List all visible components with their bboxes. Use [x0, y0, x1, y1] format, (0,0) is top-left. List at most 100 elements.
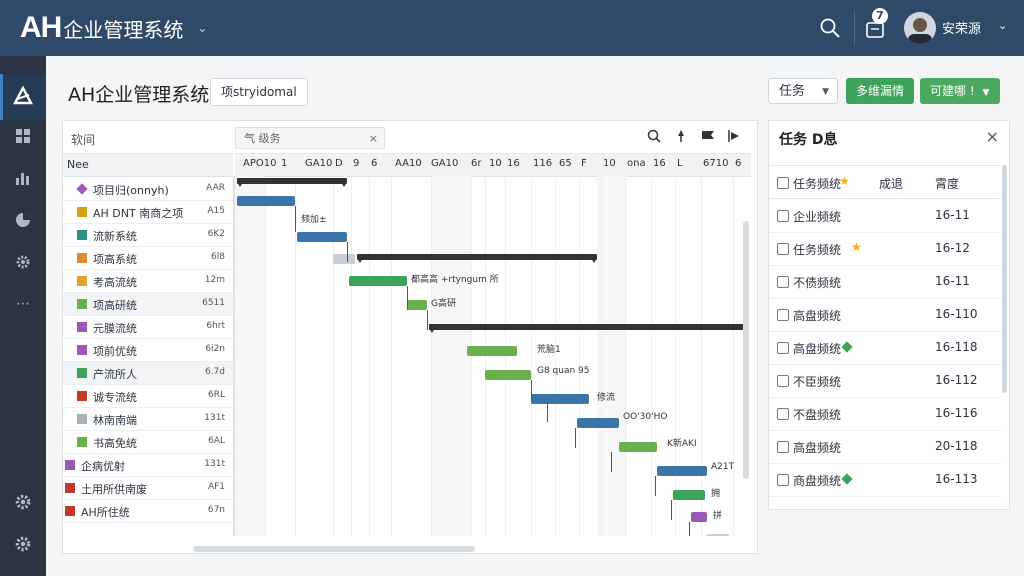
diamond-icon	[841, 473, 853, 485]
gear-icon[interactable]	[11, 250, 35, 274]
task-bar[interactable]	[531, 394, 589, 404]
task-bar[interactable]	[237, 196, 295, 206]
gantt-search-input[interactable]: 气 级务 ×	[235, 127, 385, 149]
task-row[interactable]: 项高研统 6511	[63, 293, 233, 316]
detail-value: 16-11	[935, 274, 970, 288]
task-row[interactable]: 元膜流统 6hrt	[63, 316, 233, 339]
task-bar[interactable]	[691, 512, 707, 522]
more-icon[interactable]: ⋯	[11, 292, 35, 316]
summary-bar[interactable]	[357, 254, 597, 263]
timeline-column-label: AA10	[395, 158, 422, 169]
detail-title: 任务 D息	[779, 132, 838, 148]
avatar[interactable]	[904, 12, 936, 44]
detail-row[interactable]: 商盘频统 16-113	[769, 463, 1001, 497]
flag-icon[interactable]	[701, 129, 715, 143]
brand[interactable]: AH 企业管理系统 ⌄	[20, 10, 207, 46]
timeline-column-label: 6710	[703, 158, 729, 169]
dashboard-icon[interactable]	[11, 124, 35, 148]
close-icon[interactable]: ×	[369, 128, 378, 150]
horizontal-scrollbar[interactable]	[193, 546, 475, 552]
detail-row[interactable]: 不债频统 16-11	[769, 265, 1001, 299]
task-bar[interactable]	[407, 300, 427, 310]
task-bar[interactable]	[467, 346, 517, 356]
chevron-down-icon[interactable]: ⌄	[197, 21, 207, 35]
select-all-checkbox[interactable]	[777, 177, 789, 189]
task-color-swatch	[76, 183, 88, 195]
close-icon[interactable]: ×	[986, 127, 999, 146]
task-row[interactable]: 诚专流统 6RL	[63, 385, 233, 408]
task-bar[interactable]	[577, 418, 619, 428]
timeline-column-label: GA10	[431, 158, 459, 169]
settings-icon[interactable]	[11, 490, 35, 514]
detail-row[interactable]: 高盘频统 16-118	[769, 331, 1001, 365]
task-row[interactable]: AH所住统 67n	[63, 500, 233, 523]
grid-line	[675, 176, 676, 536]
grid-line	[505, 176, 506, 536]
task-bar[interactable]	[673, 490, 705, 500]
detail-row[interactable]: 不臣频统 16-112	[769, 364, 1001, 398]
row-checkbox[interactable]	[777, 309, 789, 321]
task-bar[interactable]	[707, 534, 729, 536]
task-row[interactable]: 流新系统 6K2	[63, 224, 233, 247]
bar-chart-icon[interactable]	[11, 166, 35, 190]
secondary-button[interactable]: 可建哪 ! ▼	[920, 78, 1000, 104]
timeline-column-label: 6r	[471, 158, 482, 169]
task-color-swatch	[77, 253, 87, 263]
task-row[interactable]: 项目归(onnyh) AAR	[63, 178, 233, 201]
task-row[interactable]: 考高流统 12m	[63, 270, 233, 293]
grid-line	[555, 176, 556, 536]
timeline-column-label: 16	[653, 158, 666, 169]
grid-line	[431, 176, 432, 536]
pin-icon[interactable]	[675, 129, 687, 143]
task-bar[interactable]	[297, 232, 347, 242]
detail-col2: 成退	[879, 177, 904, 191]
task-select[interactable]: 任务 ▼	[768, 78, 838, 104]
grid-line	[471, 176, 472, 536]
task-bar[interactable]	[349, 276, 407, 286]
detail-row[interactable]: 不盘频统 16-116	[769, 397, 1001, 431]
task-row[interactable]: 项高系统 6l8	[63, 247, 233, 270]
row-checkbox[interactable]	[777, 474, 789, 486]
task-row[interactable]: 项前优统 6i2n	[63, 339, 233, 362]
row-checkbox[interactable]	[777, 210, 789, 222]
task-row[interactable]: 土用所供南废 AF1	[63, 477, 233, 500]
search-icon[interactable]	[818, 16, 842, 40]
play-icon[interactable]	[727, 129, 741, 143]
task-bar[interactable]	[619, 442, 657, 452]
summary-bar[interactable]	[429, 324, 745, 333]
task-date: 131t	[204, 413, 225, 423]
task-bar[interactable]	[485, 370, 531, 380]
row-checkbox[interactable]	[777, 408, 789, 420]
project-tag[interactable]: 项stryidomal	[210, 78, 308, 106]
task-row[interactable]: 林南南端 131t	[63, 408, 233, 431]
row-checkbox[interactable]	[777, 441, 789, 453]
task-bar[interactable]	[657, 466, 707, 476]
detail-row[interactable]: 高盘频统 16-110	[769, 298, 1001, 332]
task-row[interactable]: 企病优射 131t	[63, 454, 233, 477]
app-title: 企业管理系统	[63, 17, 184, 42]
logo-icon[interactable]	[11, 84, 35, 108]
grid-line	[733, 176, 734, 536]
task-bar[interactable]	[333, 254, 355, 264]
task-row[interactable]: 书高免统 6AL	[63, 431, 233, 454]
primary-button[interactable]: 多维漏情	[846, 78, 914, 104]
chevron-down-icon[interactable]: ⌄	[998, 19, 1007, 32]
row-checkbox[interactable]	[777, 342, 789, 354]
search-icon[interactable]	[647, 129, 661, 143]
summary-bar[interactable]	[237, 178, 347, 187]
detail-scrollbar[interactable]	[1002, 165, 1007, 393]
row-checkbox[interactable]	[777, 375, 789, 387]
row-checkbox[interactable]	[777, 243, 789, 255]
dependency-link	[427, 310, 428, 330]
vertical-scrollbar[interactable]	[743, 221, 749, 479]
task-row[interactable]: 产流所人 6.7d	[63, 362, 233, 385]
detail-row[interactable]: 高盘频统 20-118	[769, 430, 1001, 464]
detail-row[interactable]: 企业频统 16-11	[769, 199, 1001, 233]
detail-row[interactable]: 任务频统 ★ 16-12	[769, 232, 1001, 266]
timeline-column-label: 10	[603, 158, 616, 169]
task-row[interactable]: AH DNT 南商之项 A15	[63, 201, 233, 224]
gear-icon[interactable]	[11, 532, 35, 556]
username[interactable]: 安荣源	[942, 18, 981, 37]
pie-chart-icon[interactable]	[11, 208, 35, 232]
row-checkbox[interactable]	[777, 276, 789, 288]
